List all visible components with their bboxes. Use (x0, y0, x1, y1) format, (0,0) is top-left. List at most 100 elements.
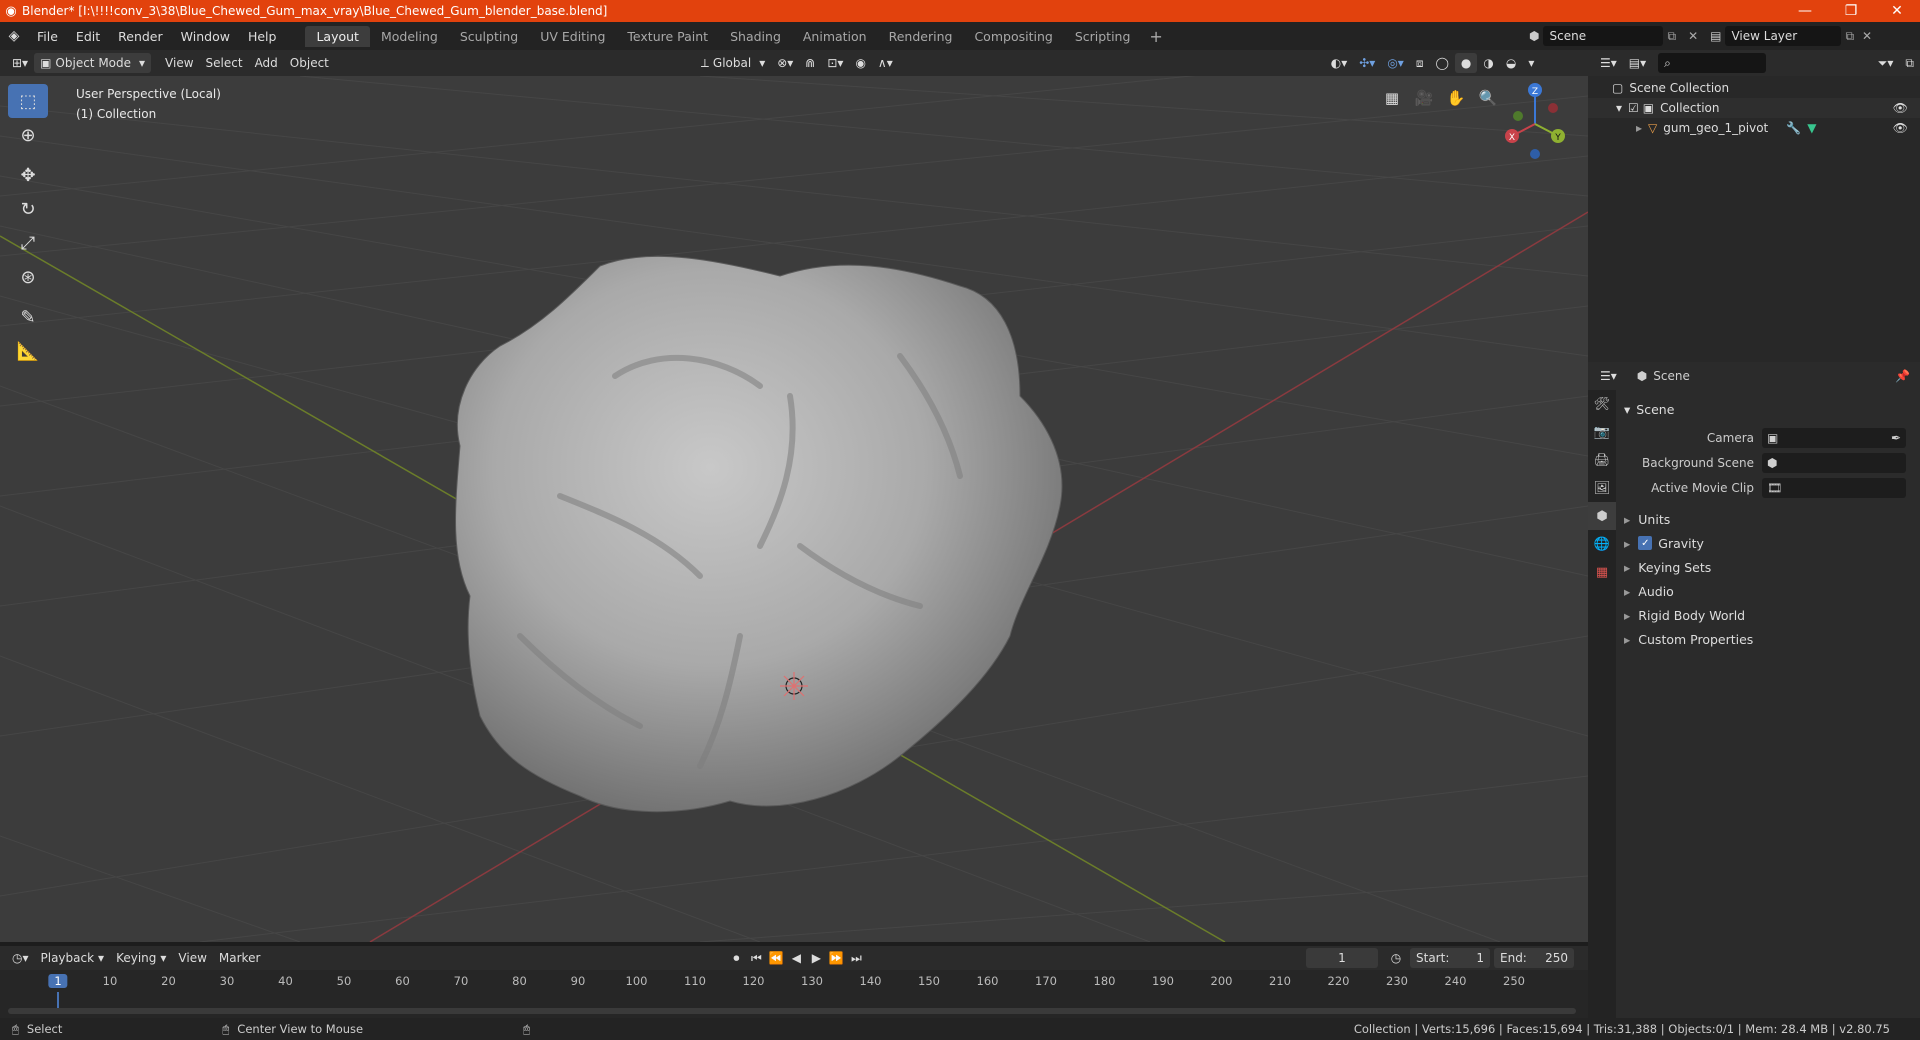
camera-view-icon[interactable]: 🎥 (1412, 86, 1436, 110)
scene-name-field[interactable]: Scene (1543, 26, 1664, 46)
camera-field[interactable]: ▣ ✒ (1762, 428, 1906, 448)
xray-icon[interactable]: ⧈ (1410, 53, 1430, 73)
tab-sculpting[interactable]: Sculpting (449, 26, 529, 47)
menu-marker[interactable]: Marker (213, 948, 266, 968)
proportional-edit-icon[interactable]: ◉ (849, 53, 871, 73)
scene-panel-header[interactable]: ▾ Scene (1624, 398, 1674, 420)
snap-target-icon[interactable]: ⊡▾ (821, 53, 849, 73)
menu-object[interactable]: Object (284, 53, 335, 73)
cursor-tool-icon[interactable]: ⊕ (8, 118, 48, 152)
next-keyframe-icon[interactable]: ⏩ (826, 948, 846, 968)
frame-tick[interactable]: 100 (626, 974, 648, 988)
falloff-icon[interactable]: ∧▾ (872, 53, 899, 73)
scale-tool-icon[interactable]: ⤢ (8, 226, 48, 260)
navigation-gizmo[interactable]: Z X Y (1495, 76, 1575, 166)
active-movie-clip-field[interactable]: 🎞 (1762, 478, 1906, 498)
frame-tick[interactable]: 40 (278, 974, 293, 988)
blender-menu-icon[interactable]: ◈ (0, 28, 28, 44)
jump-start-icon[interactable]: ⏮ (746, 948, 766, 968)
tab-modeling[interactable]: Modeling (370, 26, 449, 47)
menu-render[interactable]: Render (109, 29, 172, 44)
menu-playback[interactable]: Playback ▾ (35, 948, 111, 968)
output-tab-icon[interactable]: 🖨 (1588, 446, 1616, 474)
display-mode-icon[interactable]: ▤▾ (1623, 53, 1652, 73)
outliner-editor-type-icon[interactable]: ☰▾ (1594, 53, 1623, 73)
frame-tick[interactable]: 130 (801, 974, 823, 988)
menu-view[interactable]: View (159, 53, 199, 73)
render-tab-icon[interactable]: 📷 (1588, 418, 1616, 446)
measure-tool-icon[interactable]: 📐 (8, 334, 48, 368)
current-frame-tick[interactable]: 1 (48, 974, 68, 988)
preview-range-icon[interactable]: ◷ (1386, 948, 1406, 968)
3d-viewport[interactable]: User Perspective (Local) (1) Collection … (0, 76, 1588, 942)
units-section[interactable]: ▸ Units (1624, 508, 1670, 530)
prev-keyframe-icon[interactable]: ⏪ (766, 948, 786, 968)
wireframe-shading-icon[interactable]: ◯ (1429, 53, 1454, 73)
minimize-button[interactable]: — (1782, 3, 1828, 19)
remove-scene-icon[interactable]: ✕ (1680, 29, 1706, 43)
shading-options-icon[interactable]: ▾ (1522, 53, 1540, 73)
filter-icon[interactable]: ⏷▾ (1872, 53, 1900, 73)
new-view-layer-icon[interactable]: ⧉ (1841, 29, 1858, 44)
menu-edit[interactable]: Edit (67, 29, 109, 44)
menu-keying[interactable]: Keying ▾ (110, 948, 172, 968)
texture-tab-icon[interactable]: ▦ (1588, 558, 1616, 586)
properties-editor-type-icon[interactable]: ☰▾ (1594, 366, 1623, 386)
play-icon[interactable]: ▶ (806, 948, 826, 968)
scene-icon[interactable]: ⬢ (1525, 29, 1543, 43)
frame-tick[interactable]: 150 (918, 974, 940, 988)
editor-type-icon[interactable]: ⊞▾ (6, 53, 34, 73)
outliner-search-input[interactable]: ⌕ (1658, 53, 1767, 73)
jump-end-icon[interactable]: ⏭ (846, 948, 866, 968)
frame-tick[interactable]: 90 (571, 974, 586, 988)
material-shading-icon[interactable]: ◑ (1477, 53, 1499, 73)
tab-compositing[interactable]: Compositing (963, 26, 1063, 47)
new-scene-icon[interactable]: ⧉ (1663, 29, 1680, 44)
frame-tick[interactable]: 20 (161, 974, 176, 988)
frame-tick[interactable]: 180 (1094, 974, 1116, 988)
tab-layout[interactable]: Layout (305, 25, 370, 47)
frame-tick[interactable]: 250 (1503, 974, 1525, 988)
frame-tick[interactable]: 60 (395, 974, 410, 988)
collection-checkbox[interactable]: ☑ (1628, 101, 1639, 115)
tab-uv-editing[interactable]: UV Editing (529, 26, 616, 47)
transform-tool-icon[interactable]: ⊛ (8, 260, 48, 294)
close-button[interactable]: ✕ (1874, 3, 1920, 19)
visibility-icon[interactable]: ◐▾ (1325, 53, 1354, 73)
outliner-row-collection[interactable]: ▾ ☑ ▣ Collection 👁 (1588, 98, 1920, 118)
record-icon[interactable]: ⏺ (726, 948, 746, 968)
restore-button[interactable]: ❐ (1828, 3, 1874, 19)
modifier-wrench-icon[interactable]: 🔧 (1786, 121, 1801, 135)
frame-tick[interactable]: 120 (743, 974, 765, 988)
audio-section[interactable]: ▸ Audio (1624, 580, 1674, 602)
mode-dropdown[interactable]: ▣ Object Mode ▾ (34, 53, 152, 73)
frame-tick[interactable]: 70 (454, 974, 469, 988)
background-scene-field[interactable]: ⬢ (1762, 453, 1906, 473)
frame-tick[interactable]: 170 (1035, 974, 1057, 988)
scene-tab-icon[interactable]: ⬢ (1588, 502, 1616, 530)
frame-tick[interactable]: 230 (1386, 974, 1408, 988)
frame-tick[interactable]: 140 (860, 974, 882, 988)
menu-file[interactable]: File (28, 29, 67, 44)
remove-view-layer-icon[interactable]: ✕ (1858, 29, 1876, 43)
frame-tick[interactable]: 240 (1445, 974, 1467, 988)
outliner-row-object[interactable]: ▸ ▽ gum_geo_1_pivot 🔧 ▼ 👁 (1588, 118, 1920, 138)
tab-scripting[interactable]: Scripting (1064, 26, 1142, 47)
tab-rendering[interactable]: Rendering (878, 26, 964, 47)
eyedropper-icon[interactable]: ✒ (1891, 431, 1901, 445)
frame-tick[interactable]: 210 (1269, 974, 1291, 988)
frame-tick[interactable]: 160 (977, 974, 999, 988)
frame-tick[interactable]: 50 (337, 974, 352, 988)
pivot-icon[interactable]: ⊗▾ (771, 53, 799, 73)
frame-tick[interactable]: 80 (512, 974, 527, 988)
gravity-section[interactable]: ▸ ✓ Gravity (1624, 532, 1704, 554)
tab-texture-paint[interactable]: Texture Paint (616, 26, 719, 47)
frame-tick[interactable]: 110 (684, 974, 706, 988)
eye-icon[interactable]: 👁 (1893, 101, 1908, 115)
expand-arrow-icon[interactable]: ▾ (1616, 101, 1622, 115)
rigid-body-world-section[interactable]: ▸ Rigid Body World (1624, 604, 1745, 626)
frame-tick[interactable]: 220 (1328, 974, 1350, 988)
add-workspace-button[interactable]: + (1141, 27, 1170, 46)
frame-tick[interactable]: 190 (1152, 974, 1174, 988)
gravity-checkbox[interactable]: ✓ (1638, 536, 1653, 550)
